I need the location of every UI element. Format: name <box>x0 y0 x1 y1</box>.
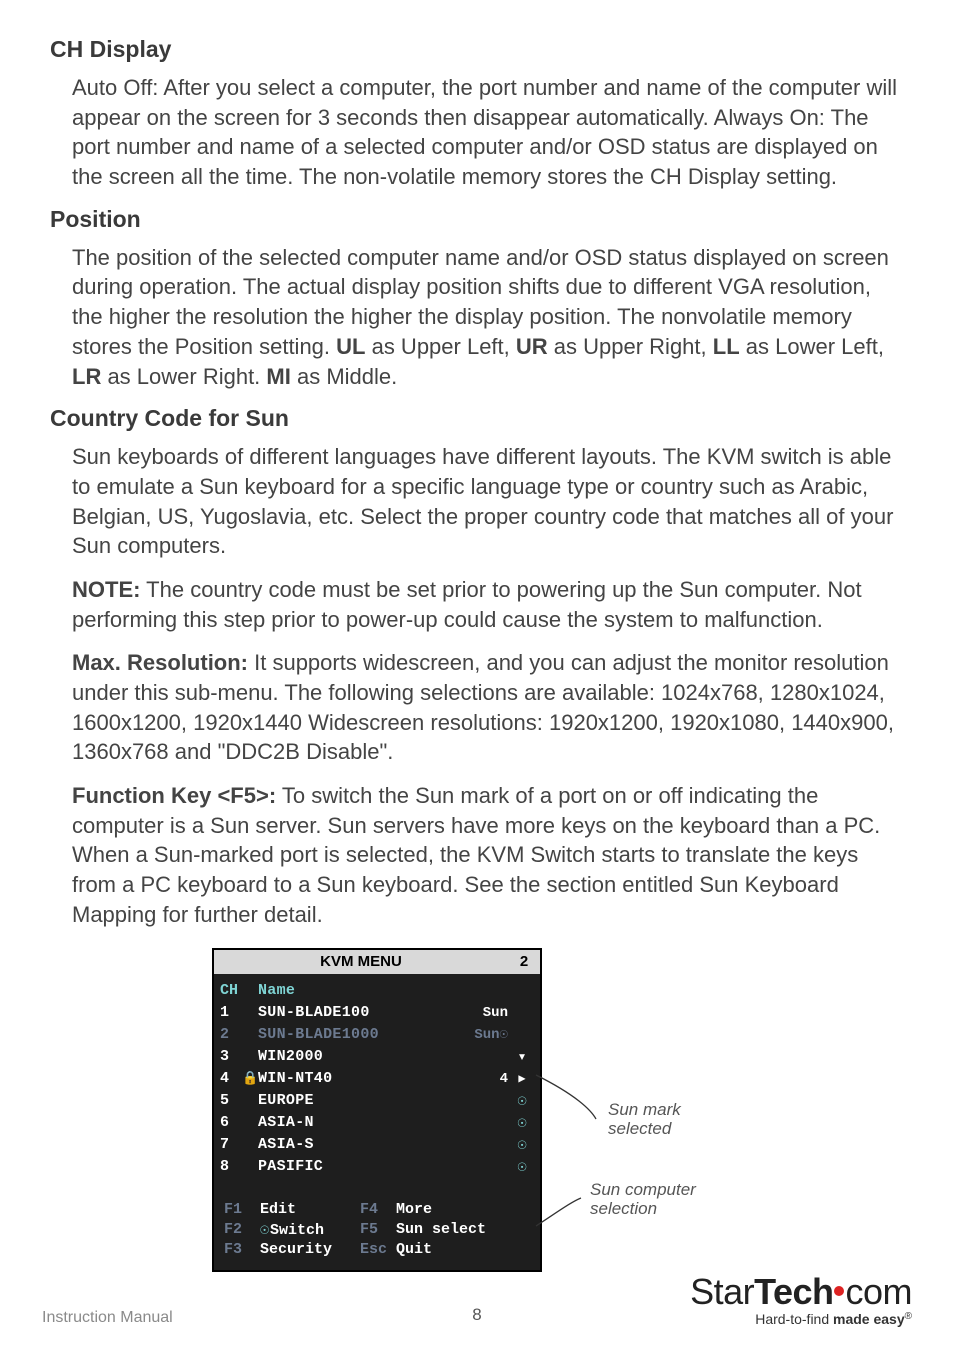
kvm-header-ch: CH <box>220 982 242 999</box>
kvm-row-name: SUN-BLADE1000 <box>258 1026 448 1043</box>
kvm-header-row: CH Name <box>214 980 540 1002</box>
kvm-title: KVM MENU <box>214 953 508 970</box>
heading-position: Position <box>50 206 904 233</box>
fkey-f4-label: More <box>396 1201 530 1218</box>
kvm-row-ch: 6 <box>220 1114 242 1131</box>
kvm-row-name: WIN-NT40 <box>258 1070 448 1087</box>
footer-instruction-manual: Instruction Manual <box>42 1309 173 1327</box>
fkey-f1: F1 <box>224 1201 250 1218</box>
kvm-row-mark-icon: ☉ <box>512 1135 532 1154</box>
kvm-row-ch: 5 <box>220 1092 242 1109</box>
kvm-row: 7 ASIA-S ☉ <box>214 1134 540 1156</box>
kvm-row: 5 EUROPE ☉ <box>214 1090 540 1112</box>
kvm-row-mark-icon: ☉ <box>512 1113 532 1132</box>
kvm-row-name: ASIA-S <box>258 1136 448 1153</box>
kvm-row-tag: Sun☉ <box>448 1026 512 1043</box>
brand-dot-icon <box>834 1286 844 1296</box>
kvm-row: 1 SUN-BLADE100Sun <box>214 1002 540 1024</box>
annotation-sun-mark: Sun mark selected <box>608 1100 742 1139</box>
kvm-row-name: ASIA-N <box>258 1114 448 1131</box>
kvm-row-name: SUN-BLADE100 <box>258 1004 448 1021</box>
fkey-f5-label: Sun select <box>396 1221 530 1238</box>
annotation-sun-selection: Sun computer selection <box>590 1180 742 1219</box>
kvm-row-ch: 2 <box>220 1026 242 1043</box>
kvm-row-ch: 7 <box>220 1136 242 1153</box>
kvm-row-name: WIN2000 <box>258 1048 448 1065</box>
kvm-titlebar: KVM MENU 2 <box>214 950 540 974</box>
fkey-esc: Esc <box>360 1241 386 1258</box>
kvm-row-mark-icon: ☉ <box>512 1091 532 1110</box>
kvm-row-ch: 1 <box>220 1004 242 1021</box>
text-ch-display: Auto Off: After you select a computer, t… <box>72 73 904 192</box>
kvm-fkeys: F1 Edit F4 More F2 ☉Switch F5 Sun select… <box>214 1196 540 1270</box>
kvm-row-tag: 4 <box>448 1071 512 1087</box>
kvm-row: 6 ASIA-N ☉ <box>214 1112 540 1134</box>
kvm-title-number: 2 <box>508 953 540 970</box>
kvm-menu-panel: KVM MENU 2 CH Name 1 SUN-BLADE100Sun 2 SUN-… <box>212 948 542 1272</box>
kvm-row-name: EUROPE <box>258 1092 448 1109</box>
fkey-f2: F2 <box>224 1221 250 1238</box>
text-country-code: Sun keyboards of different languages hav… <box>72 442 904 561</box>
text-function-f5: Function Key <F5>: To switch the Sun mar… <box>72 781 904 929</box>
fkey-f3-label: Security <box>260 1241 350 1258</box>
text-country-note: NOTE: The country code must be set prior… <box>72 575 904 634</box>
annotation-line-sun-mark <box>536 1075 606 1145</box>
brand-name: StarTechcom <box>690 1271 912 1313</box>
heading-country-code: Country Code for Sun <box>50 405 904 432</box>
fkey-f2-label: ☉Switch <box>260 1220 350 1239</box>
kvm-row-ch: 4 <box>220 1070 242 1087</box>
kvm-row-ch: 8 <box>220 1158 242 1175</box>
fkey-f4: F4 <box>360 1201 386 1218</box>
kvm-row-ch: 3 <box>220 1048 242 1065</box>
brand-tagline: Hard-to-find made easy® <box>690 1311 912 1327</box>
fkey-f1-label: Edit <box>260 1201 350 1218</box>
kvm-row: 3 WIN2000 ▾ <box>214 1046 540 1068</box>
kvm-row-tag: Sun <box>448 1005 512 1021</box>
lock-icon: 🔒 <box>242 1071 258 1086</box>
kvm-row-mark-icon: ▾ <box>512 1047 532 1066</box>
kvm-row-mark-icon: ▶ <box>512 1071 532 1086</box>
fkey-f5: F5 <box>360 1221 386 1238</box>
kvm-header-name: Name <box>258 982 448 999</box>
text-position: The position of the selected computer na… <box>72 243 904 391</box>
kvm-row: 4🔒WIN-NT404▶ <box>214 1068 540 1090</box>
kvm-row-mark-icon: ☉ <box>512 1157 532 1176</box>
kvm-row: 2 SUN-BLADE1000Sun☉ <box>214 1024 540 1046</box>
footer-page-number: 8 <box>472 1305 481 1325</box>
heading-ch-display: CH Display <box>50 36 904 63</box>
kvm-row-name: PASIFIC <box>258 1158 448 1175</box>
annotation-line-sun-selection <box>536 1198 596 1238</box>
kvm-row: 8 PASIFIC ☉ <box>214 1156 540 1178</box>
text-max-resolution: Max. Resolution: It supports widescreen,… <box>72 648 904 767</box>
footer-logo: StarTechcom Hard-to-find made easy® <box>690 1271 912 1327</box>
fkey-f3: F3 <box>224 1241 250 1258</box>
fkey-esc-label: Quit <box>396 1241 530 1258</box>
